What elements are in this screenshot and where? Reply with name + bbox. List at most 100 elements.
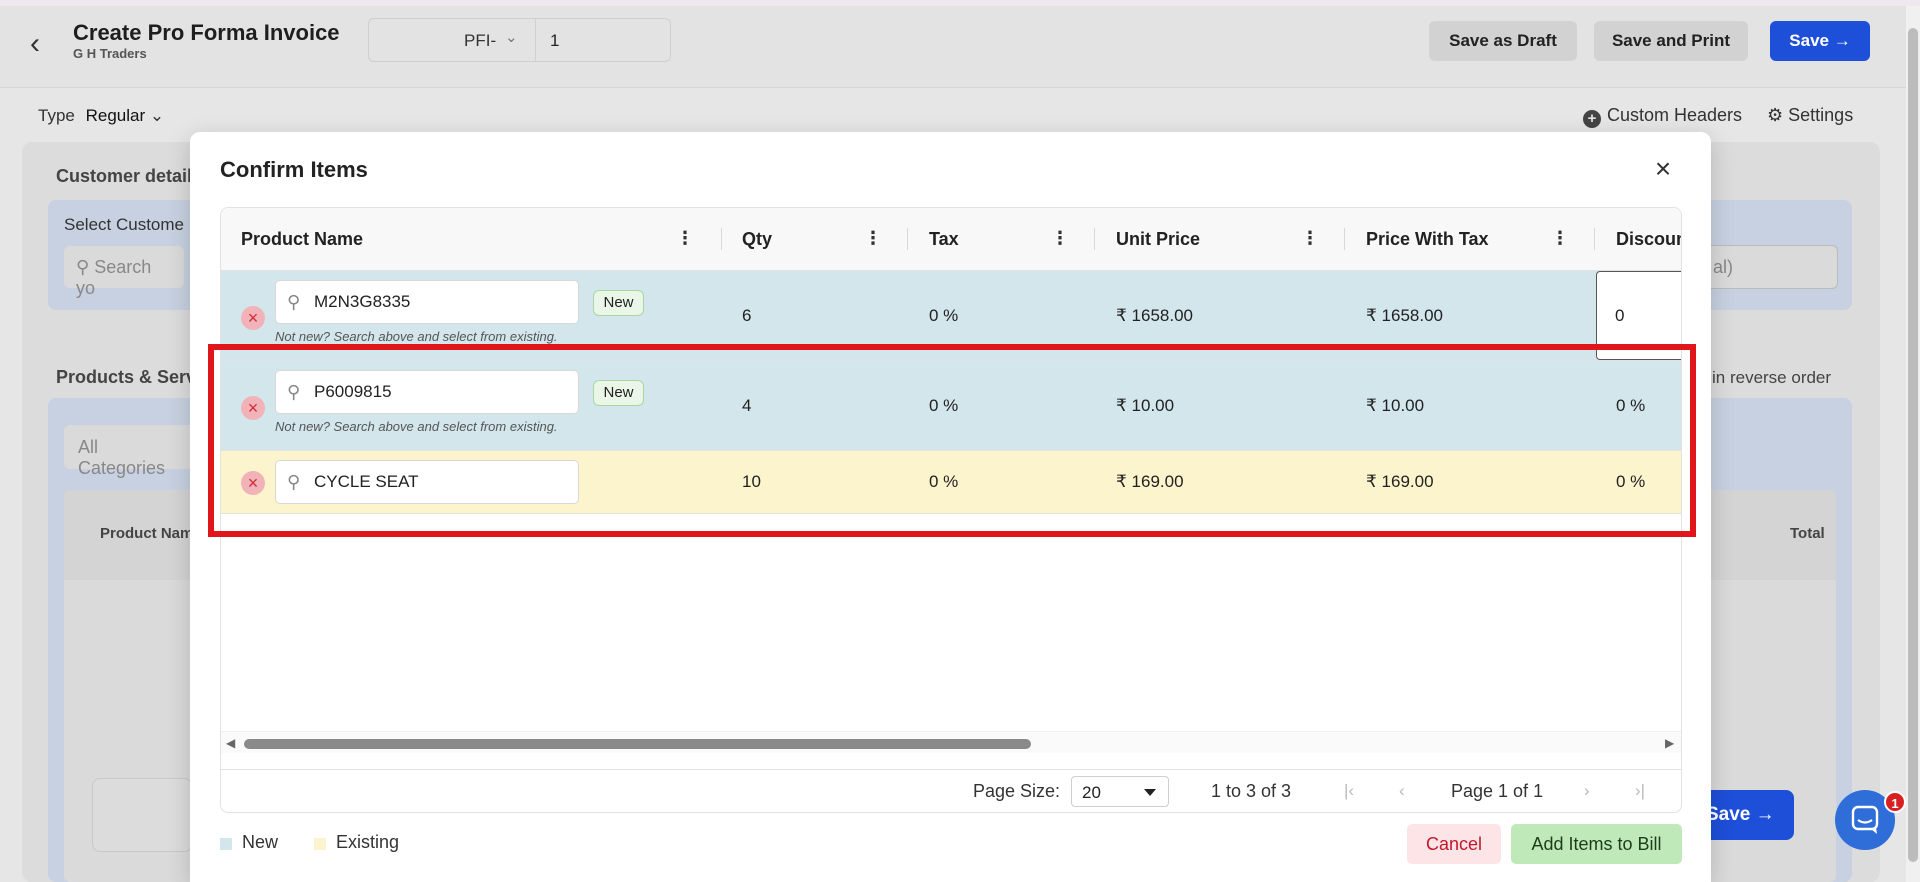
pagination-bar: Page Size: 20 1 to 3 of 3 |‹ ‹ Page 1 of… <box>221 769 1681 812</box>
table-row: × ⚲ CYCLE SEAT 10 0 % ₹ 169.00 ₹ 169.00 … <box>221 451 1681 514</box>
type-selector[interactable]: Type Regular ⌄ <box>38 106 164 126</box>
scroll-left-icon[interactable]: ◀ <box>226 736 235 750</box>
more-vertical-icon[interactable]: ⋮ <box>864 208 882 271</box>
row-range: 1 to 3 of 3 <box>1211 781 1292 801</box>
not-new-hint: Not new? Search above and select from ex… <box>275 329 558 344</box>
company-name: G H Traders <box>73 46 147 61</box>
qty-cell[interactable]: 4 <box>742 396 751 416</box>
save-button[interactable]: Save → <box>1770 21 1870 61</box>
new-badge: New <box>593 380 644 406</box>
gear-icon: ⚙ <box>1767 105 1784 125</box>
product-name-input[interactable]: ⚲ M2N3G8335 <box>275 280 579 324</box>
legend-existing-label: Existing <box>336 832 400 852</box>
plus-circle-icon: + <box>1583 110 1601 128</box>
type-value: Regular <box>85 106 146 125</box>
close-icon[interactable]: × <box>1650 155 1676 183</box>
column-separator[interactable] <box>907 228 908 250</box>
add-items-to-bill-button[interactable]: Add Items to Bill <box>1511 824 1682 864</box>
notes-textarea[interactable]: al) <box>1690 245 1838 289</box>
page-size-select[interactable]: 20 <box>1071 776 1169 807</box>
grid-header: Product Name ⋮ Qty ⋮ Tax ⋮ Unit Price ⋮ … <box>221 208 1681 271</box>
last-page-icon[interactable]: ›| <box>1635 781 1645 801</box>
discount-cell[interactable]: 0 % <box>1616 396 1645 416</box>
more-vertical-icon[interactable]: ⋮ <box>1551 208 1569 271</box>
search-icon: ⚲ <box>287 292 301 312</box>
save-as-draft-button[interactable]: Save as Draft <box>1429 21 1577 61</box>
column-separator[interactable] <box>721 228 722 250</box>
price-with-tax-cell[interactable]: ₹ 10.00 <box>1366 396 1424 416</box>
more-vertical-icon[interactable]: ⋮ <box>1301 208 1319 271</box>
legend-new-swatch <box>220 838 232 850</box>
page-size-label: Page Size: <box>973 781 1061 801</box>
column-header-qty[interactable]: Qty <box>742 208 772 271</box>
qty-cell[interactable]: 6 <box>742 306 751 326</box>
save-bottom-label: Save <box>1706 804 1751 825</box>
search-icon: ⚲ <box>287 382 301 402</box>
products-services-heading: Products & Serv <box>56 367 197 387</box>
unit-price-cell[interactable]: ₹ 10.00 <box>1116 396 1174 416</box>
remove-icon[interactable]: × <box>241 396 265 420</box>
page-scrollbar-thumb[interactable] <box>1908 28 1918 862</box>
column-header-product-name[interactable]: Product Name <box>241 208 363 271</box>
more-vertical-icon[interactable]: ⋮ <box>676 208 694 271</box>
price-with-tax-cell[interactable]: ₹ 1658.00 <box>1366 306 1443 326</box>
first-page-icon[interactable]: |‹ <box>1344 781 1354 801</box>
save-label: Save <box>1789 31 1829 50</box>
custom-headers-label: Custom Headers <box>1607 105 1743 125</box>
product-name-value: P6009815 <box>314 382 392 401</box>
invoice-prefix-select[interactable]: PFI- ⌄ <box>368 18 536 62</box>
remove-icon[interactable]: × <box>241 471 265 495</box>
product-name-input[interactable]: ⚲ P6009815 <box>275 370 579 414</box>
settings-button[interactable]: ⚙ Settings <box>1767 105 1853 126</box>
reverse-order-label: in reverse order <box>1712 368 1832 387</box>
column-header-price-with-tax[interactable]: Price With Tax <box>1366 208 1489 271</box>
tax-cell[interactable]: 0 % <box>929 396 958 416</box>
product-name-value: CYCLE SEAT <box>314 472 419 491</box>
cancel-button[interactable]: Cancel <box>1407 824 1501 864</box>
back-arrow-icon[interactable]: ‹ <box>30 29 54 60</box>
type-label: Type <box>38 106 75 125</box>
all-categories-select[interactable]: All Categories <box>64 425 204 478</box>
arrow-right-icon: → <box>1750 804 1775 825</box>
product-name-value: M2N3G8335 <box>314 292 411 311</box>
horizontal-scrollbar[interactable]: ◀ ▶ <box>221 731 1681 753</box>
price-with-tax-cell[interactable]: ₹ 169.00 <box>1366 472 1434 492</box>
save-bottom-button[interactable]: Save → <box>1700 790 1794 840</box>
search-icon: ⚲ <box>287 472 301 492</box>
page-title: Create Pro Forma Invoice <box>73 20 340 45</box>
next-page-icon[interactable]: › <box>1584 781 1590 801</box>
discount-input[interactable]: 0 <box>1596 271 1681 360</box>
column-separator[interactable] <box>1344 228 1345 250</box>
tax-cell[interactable]: 0 % <box>929 472 958 492</box>
modal-title: Confirm Items <box>220 157 368 182</box>
page-indicator: Page 1 of 1 <box>1451 781 1544 801</box>
invoice-number-input[interactable]: 1 <box>535 18 671 62</box>
select-customer-label: Select Custome <box>64 215 184 234</box>
scroll-right-icon[interactable]: ▶ <box>1665 736 1674 750</box>
more-vertical-icon[interactable]: ⋮ <box>1051 208 1069 271</box>
tax-cell[interactable]: 0 % <box>929 306 958 326</box>
chevron-down-icon: ⌄ <box>149 106 165 125</box>
column-header-unit-price[interactable]: Unit Price <box>1116 208 1200 271</box>
arrow-right-icon: → <box>1833 31 1851 50</box>
summary-card <box>92 778 192 852</box>
qty-cell[interactable]: 10 <box>742 472 761 492</box>
save-and-print-button[interactable]: Save and Print <box>1594 21 1748 61</box>
prev-page-icon[interactable]: ‹ <box>1399 781 1405 801</box>
horizontal-scrollbar-thumb[interactable] <box>244 739 1031 749</box>
column-separator[interactable] <box>1594 228 1595 250</box>
customer-search-input[interactable]: ⚲ Search yo <box>64 246 184 298</box>
unit-price-cell[interactable]: ₹ 169.00 <box>1116 472 1184 492</box>
custom-headers-button[interactable]: + Custom Headers <box>1583 105 1742 128</box>
column-header-discount[interactable]: Discoun <box>1616 208 1681 271</box>
total-column-header: Total <box>1790 525 1825 542</box>
chevron-down-icon: ⌄ <box>505 29 518 46</box>
invoice-prefix-value: PFI- <box>464 31 497 50</box>
unit-price-cell[interactable]: ₹ 1658.00 <box>1116 306 1193 326</box>
search-icon: ⚲ <box>76 257 95 277</box>
discount-cell[interactable]: 0 % <box>1616 472 1645 492</box>
column-separator[interactable] <box>1094 228 1095 250</box>
column-header-tax[interactable]: Tax <box>929 208 959 271</box>
product-name-input[interactable]: ⚲ CYCLE SEAT <box>275 460 579 504</box>
remove-icon[interactable]: × <box>241 306 265 330</box>
